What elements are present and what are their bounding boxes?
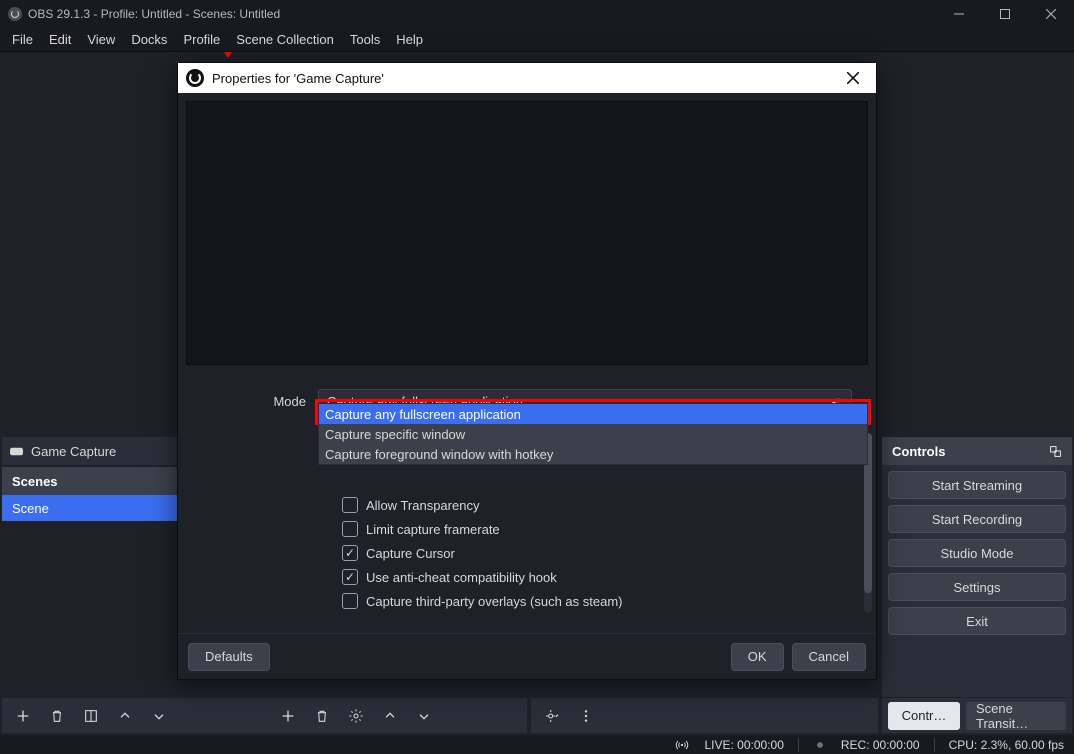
close-button[interactable] (1028, 0, 1074, 27)
minimize-button[interactable] (936, 0, 982, 27)
app-logo-icon (8, 7, 22, 21)
checkbox-checked-icon (342, 569, 358, 585)
move-scene-down-button[interactable] (146, 703, 172, 729)
dialog-footer: Defaults OK Cancel (178, 633, 876, 679)
anti-cheat-checkbox[interactable]: Use anti-cheat compatibility hook (342, 569, 852, 585)
title-bar: OBS 29.1.3 - Profile: Untitled - Scenes:… (0, 0, 1074, 27)
status-rec: REC: 00:00:00 (841, 738, 920, 752)
menu-tools[interactable]: Tools (342, 29, 388, 50)
mixer-settings-button[interactable] (539, 703, 565, 729)
menu-bar: File Edit View Docks Profile Scene Colle… (0, 27, 1074, 52)
checkbox-icon (342, 593, 358, 609)
window-title: OBS 29.1.3 - Profile: Untitled - Scenes:… (28, 7, 280, 21)
remove-source-button[interactable] (309, 703, 335, 729)
controls-list: Start Streaming Start Recording Studio M… (882, 465, 1072, 697)
menu-indicator-icon (224, 52, 232, 58)
capture-cursor-checkbox[interactable]: Capture Cursor (342, 545, 852, 561)
mode-dropdown: Capture any fullscreen application Captu… (318, 403, 868, 465)
defaults-button[interactable]: Defaults (188, 643, 270, 671)
controls-header: Controls (882, 437, 1072, 465)
properties-dialog: Properties for 'Game Capture' Mode Captu… (177, 62, 877, 680)
ok-button[interactable]: OK (731, 643, 784, 671)
mixer-menu-button[interactable] (573, 703, 599, 729)
menu-file[interactable]: File (4, 29, 41, 50)
dialog-titlebar[interactable]: Properties for 'Game Capture' (178, 63, 876, 93)
dialog-logo-icon (186, 69, 204, 87)
exit-button[interactable]: Exit (888, 607, 1066, 635)
move-scene-up-button[interactable] (112, 703, 138, 729)
dialog-close-button[interactable] (838, 64, 868, 92)
status-bar: LIVE: 00:00:00 REC: 00:00:00 CPU: 2.3%, … (0, 735, 1074, 754)
mode-option-specific-window[interactable]: Capture specific window (319, 424, 867, 444)
add-source-button[interactable] (275, 703, 301, 729)
dialog-body: Mode Capture any fullscreen application … (178, 373, 876, 633)
studio-mode-button[interactable]: Studio Mode (888, 539, 1066, 567)
gamepad-icon (10, 445, 23, 458)
controls-tabbar: Contr… Scene Transit… (882, 697, 1072, 733)
checkbox-checked-icon (342, 545, 358, 561)
dialog-title-text: Properties for 'Game Capture' (212, 71, 384, 86)
menu-help[interactable]: Help (388, 29, 431, 50)
status-live: LIVE: 00:00:00 (704, 738, 783, 752)
sources-toolbar (267, 697, 527, 733)
source-properties-button[interactable] (343, 703, 369, 729)
menu-scene-collection[interactable]: Scene Collection (228, 29, 342, 50)
checkbox-icon (342, 521, 358, 537)
menu-docks[interactable]: Docks (123, 29, 175, 50)
mode-label: Mode (202, 394, 318, 409)
menu-view[interactable]: View (79, 29, 123, 50)
move-source-up-button[interactable] (377, 703, 403, 729)
record-dot-icon (813, 738, 827, 752)
settings-button[interactable]: Settings (888, 573, 1066, 601)
dock-popout-icon[interactable] (1049, 445, 1062, 458)
limit-framerate-checkbox[interactable]: Limit capture framerate (342, 521, 852, 537)
menu-edit[interactable]: Edit (41, 29, 79, 50)
mixer-toolbar (531, 697, 878, 733)
source-label: Game Capture (31, 444, 116, 459)
maximize-button[interactable] (982, 0, 1028, 27)
broadcast-icon (674, 738, 690, 752)
cancel-button[interactable]: Cancel (792, 643, 866, 671)
start-streaming-button[interactable]: Start Streaming (888, 471, 1066, 499)
menu-profile[interactable]: Profile (175, 29, 228, 50)
tab-controls[interactable]: Contr… (888, 702, 960, 730)
allow-transparency-checkbox[interactable]: Allow Transparency (342, 497, 852, 513)
add-scene-button[interactable] (10, 703, 36, 729)
scene-filters-button[interactable] (78, 703, 104, 729)
mode-option-fullscreen[interactable]: Capture any fullscreen application (319, 404, 867, 424)
start-recording-button[interactable]: Start Recording (888, 505, 1066, 533)
move-source-down-button[interactable] (411, 703, 437, 729)
checkbox-icon (342, 497, 358, 513)
tab-scene-transitions[interactable]: Scene Transit… (966, 702, 1066, 730)
remove-scene-button[interactable] (44, 703, 70, 729)
dialog-preview (186, 101, 868, 365)
scenes-toolbar (2, 697, 267, 733)
mode-option-foreground-hotkey[interactable]: Capture foreground window with hotkey (319, 444, 867, 464)
third-party-overlays-checkbox[interactable]: Capture third-party overlays (such as st… (342, 593, 852, 609)
status-cpu: CPU: 2.3%, 60.00 fps (949, 738, 1064, 752)
